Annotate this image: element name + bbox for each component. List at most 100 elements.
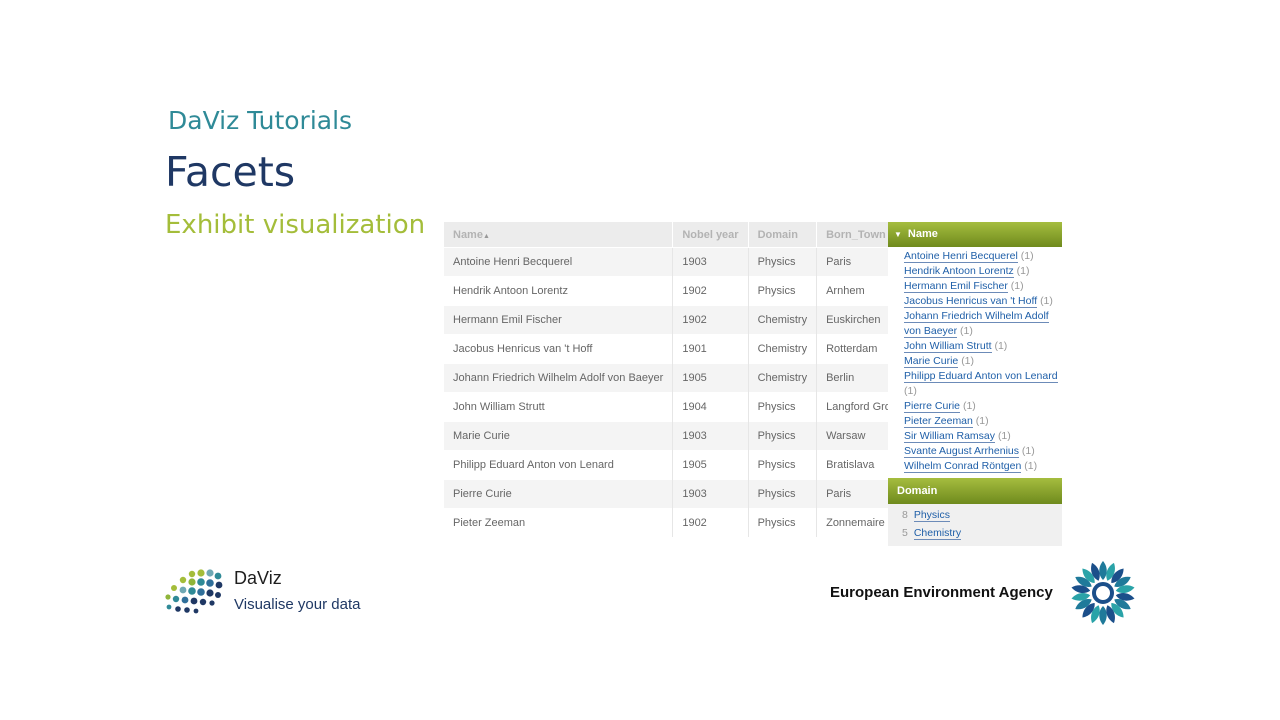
facet-item-link[interactable]: Pierre Curie: [904, 400, 961, 413]
domain-facet-count: 8: [902, 509, 908, 521]
domain-facet-count: 5: [902, 527, 908, 539]
table-row[interactable]: Marie Curie 1903 Physics Warsaw: [444, 421, 913, 451]
table-row[interactable]: Antoine Henri Becquerel 1903 Physics Paris: [444, 247, 913, 277]
cell-nobel-year: 1904: [672, 392, 749, 422]
facet-item: Wilhelm Conrad Röntgen (1): [904, 459, 1058, 474]
facet-header-domain[interactable]: Domain: [888, 478, 1062, 504]
domain-facet-item: 5 Chemistry: [902, 524, 1056, 542]
daviz-tagline: Visualise your data: [234, 596, 361, 613]
table-row[interactable]: John William Strutt 1904 Physics Langford G…: [444, 392, 913, 422]
facet-item-link[interactable]: Marie Curie: [904, 355, 959, 368]
facet-item-link[interactable]: Hermann Emil Fischer: [904, 280, 1008, 293]
facet-item: Jacobus Henricus van 't Hoff (1): [904, 294, 1058, 309]
facet-header-name[interactable]: ▼ Name: [888, 222, 1062, 247]
cell-nobel-year: 1902: [672, 508, 749, 537]
facet-item-count: (1): [1020, 250, 1034, 262]
cell-name: John William Strutt: [444, 392, 674, 422]
table-row[interactable]: Pieter Zeeman 1902 Physics Zonnemaire: [444, 508, 913, 537]
table-row[interactable]: Hendrik Antoon Lorentz 1902 Physics Arnhem: [444, 276, 913, 306]
cell-domain: Physics: [748, 421, 818, 451]
facet-item-link[interactable]: Svante August Arrhenius: [904, 445, 1019, 458]
facet-item: Philipp Eduard Anton von Lenard (1): [904, 369, 1058, 399]
facet-item-count: (1): [975, 415, 989, 427]
cell-domain: Chemistry: [748, 334, 818, 364]
facet-item-count: (1): [962, 400, 976, 412]
facet-item: Marie Curie (1): [904, 354, 1058, 369]
domain-facet-list: 8 Physics 5 Chemistry: [888, 504, 1062, 546]
eea-logo-icon: [1071, 561, 1135, 625]
facet-item-link[interactable]: Johann Friedrich Wilhelm Adolf von Baeye…: [904, 310, 1049, 338]
table-row[interactable]: Hermann Emil Fischer 1902 Chemistry Euskirc…: [444, 305, 913, 335]
facet-item: John William Strutt (1): [904, 339, 1058, 354]
facet-item: Pieter Zeeman (1): [904, 414, 1058, 429]
facet-item-count: (1): [1016, 265, 1030, 277]
facet-item-link[interactable]: Jacobus Henricus van 't Hoff: [904, 295, 1038, 308]
cell-name: Jacobus Henricus van 't Hoff: [444, 334, 674, 364]
facet-panel: ▼ Name Antoine Henri Becquerel (1) Hendrik…: [888, 222, 1062, 546]
facet-item-count: (1): [997, 430, 1011, 442]
facet-item: Hermann Emil Fischer (1): [904, 279, 1058, 294]
cell-name: Johann Friedrich Wilhelm Adolf von Baeye…: [444, 363, 674, 393]
facet-item-link[interactable]: Philipp Eduard Anton von Lenard: [904, 370, 1058, 383]
cell-nobel-year: 1903: [672, 479, 749, 509]
cell-nobel-year: 1905: [672, 450, 749, 480]
slide-subtitle: DaViz Tutorials: [168, 106, 353, 135]
daviz-brand-name: DaViz: [234, 568, 282, 588]
facet-item-link[interactable]: Antoine Henri Becquerel: [904, 250, 1018, 263]
cell-name: Hermann Emil Fischer: [444, 305, 674, 335]
facet-item-count: (1): [904, 385, 917, 397]
facet-item: Hendrik Antoon Lorentz (1): [904, 264, 1058, 279]
domain-facet-link[interactable]: Physics: [913, 509, 951, 522]
cell-name: Marie Curie: [444, 421, 674, 451]
collapse-triangle-icon[interactable]: ▼: [894, 230, 902, 239]
column-header-domain[interactable]: Domain: [748, 222, 818, 248]
facet-item-link[interactable]: Wilhelm Conrad Röntgen: [904, 460, 1022, 473]
facet-item-count: (1): [1010, 280, 1024, 292]
facet-item-count: (1): [960, 325, 973, 337]
slide-section-heading: Exhibit visualization: [165, 210, 426, 240]
domain-facet-link[interactable]: Chemistry: [913, 527, 962, 540]
facet-title: Name: [907, 228, 938, 240]
facet-item-count: (1): [1021, 445, 1035, 457]
cell-domain: Physics: [748, 392, 818, 422]
cell-domain: Physics: [748, 508, 818, 537]
cell-nobel-year: 1902: [672, 305, 749, 335]
facet-item-link[interactable]: Hendrik Antoon Lorentz: [904, 265, 1014, 278]
facet-title: Domain: [897, 485, 938, 497]
facet-item: Johann Friedrich Wilhelm Adolf von Baeye…: [904, 309, 1058, 339]
table-row[interactable]: Johann Friedrich Wilhelm Adolf von Baeye…: [444, 363, 913, 393]
cell-domain: Physics: [748, 276, 818, 306]
cell-name: Antoine Henri Becquerel: [444, 247, 674, 277]
cell-name: Philipp Eduard Anton von Lenard: [444, 450, 674, 480]
cell-nobel-year: 1902: [672, 276, 749, 306]
column-header-nobel-year[interactable]: Nobel year: [672, 222, 749, 248]
slide-title: Facets: [165, 148, 296, 196]
facet-item-count: (1): [961, 355, 975, 367]
column-header-name[interactable]: Name▲: [444, 222, 674, 248]
table-row[interactable]: Philipp Eduard Anton von Lenard 1905 Physi…: [444, 450, 913, 480]
domain-facet-item: 8 Physics: [902, 506, 1056, 524]
cell-domain: Physics: [748, 479, 818, 509]
cell-domain: Physics: [748, 247, 818, 277]
exhibit-table: Name▲ Nobel year Domain Born_Town Antoin…: [444, 222, 913, 539]
eea-brand-name: European Environment Agency: [830, 584, 1053, 601]
facet-item-link[interactable]: Sir William Ramsay: [904, 430, 996, 443]
facet-item: Svante August Arrhenius (1): [904, 444, 1058, 459]
facet-item-link[interactable]: Pieter Zeeman: [904, 415, 973, 428]
facet-item-count: (1): [1040, 295, 1053, 307]
cell-nobel-year: 1905: [672, 363, 749, 393]
facet-item-link[interactable]: John William Strutt: [904, 340, 992, 353]
cell-name: Pieter Zeeman: [444, 508, 674, 537]
table-row[interactable]: Jacobus Henricus van 't Hoff 1901 Chemistr…: [444, 334, 913, 364]
table-row[interactable]: Pierre Curie 1903 Physics Paris: [444, 479, 913, 509]
cell-nobel-year: 1903: [672, 421, 749, 451]
facet-item-count: (1): [994, 340, 1008, 352]
cell-nobel-year: 1903: [672, 247, 749, 277]
cell-domain: Chemistry: [748, 305, 818, 335]
cell-nobel-year: 1901: [672, 334, 749, 364]
name-facet-list: Antoine Henri Becquerel (1) Hendrik Antoo…: [888, 247, 1062, 476]
facet-item: Antoine Henri Becquerel (1): [904, 249, 1058, 264]
facet-item-count: (1): [1024, 460, 1038, 472]
facet-item: Sir William Ramsay (1): [904, 429, 1058, 444]
cell-domain: Physics: [748, 450, 818, 480]
